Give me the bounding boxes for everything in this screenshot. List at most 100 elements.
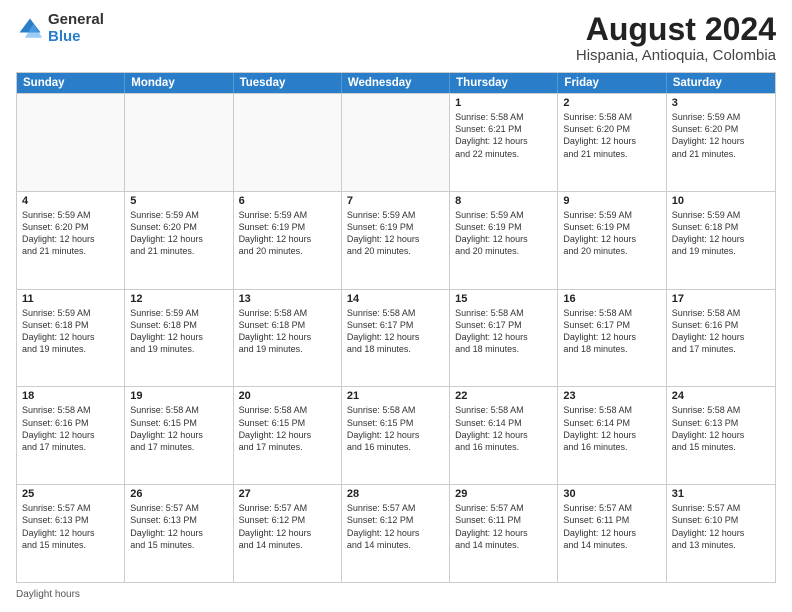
logo-blue: Blue xyxy=(48,28,81,45)
empty-cell xyxy=(17,94,125,191)
title-block: August 2024 Hispania, Antioquia, Colombi… xyxy=(576,12,776,64)
day-cell-12: 12 Sunrise: 5:59 AM Sunset: 6:18 PM Dayli… xyxy=(125,290,233,387)
day-number: 20 xyxy=(239,390,336,402)
day-info: Sunrise: 5:59 AM Sunset: 6:18 PM Dayligh… xyxy=(22,307,119,356)
day-info: Sunrise: 5:59 AM Sunset: 6:20 PM Dayligh… xyxy=(22,209,119,258)
day-cell-8: 8 Sunrise: 5:59 AM Sunset: 6:19 PM Daylig… xyxy=(450,192,558,289)
day-info: Sunrise: 5:57 AM Sunset: 6:10 PM Dayligh… xyxy=(672,502,770,551)
day-number: 29 xyxy=(455,488,552,500)
day-info: Sunrise: 5:59 AM Sunset: 6:20 PM Dayligh… xyxy=(130,209,227,258)
day-number: 15 xyxy=(455,293,552,305)
day-number: 2 xyxy=(563,97,660,109)
logo-icon xyxy=(16,15,44,43)
day-cell-19: 19 Sunrise: 5:58 AM Sunset: 6:15 PM Dayli… xyxy=(125,387,233,484)
day-number: 1 xyxy=(455,97,552,109)
day-cell-28: 28 Sunrise: 5:57 AM Sunset: 6:12 PM Dayli… xyxy=(342,485,450,582)
day-cell-23: 23 Sunrise: 5:58 AM Sunset: 6:14 PM Dayli… xyxy=(558,387,666,484)
day-cell-6: 6 Sunrise: 5:59 AM Sunset: 6:19 PM Daylig… xyxy=(234,192,342,289)
day-number: 26 xyxy=(130,488,227,500)
day-info: Sunrise: 5:58 AM Sunset: 6:20 PM Dayligh… xyxy=(563,111,660,160)
day-cell-27: 27 Sunrise: 5:57 AM Sunset: 6:12 PM Dayli… xyxy=(234,485,342,582)
day-number: 23 xyxy=(563,390,660,402)
day-info: Sunrise: 5:57 AM Sunset: 6:13 PM Dayligh… xyxy=(130,502,227,551)
day-info: Sunrise: 5:58 AM Sunset: 6:17 PM Dayligh… xyxy=(563,307,660,356)
day-number: 8 xyxy=(455,195,552,207)
day-number: 5 xyxy=(130,195,227,207)
day-cell-10: 10Sunrise: 5:59 AM Sunset: 6:18 PM Dayli… xyxy=(667,192,775,289)
day-info: Sunrise: 5:57 AM Sunset: 6:11 PM Dayligh… xyxy=(455,502,552,551)
day-number: 19 xyxy=(130,390,227,402)
week-row-1: 1 Sunrise: 5:58 AM Sunset: 6:21 PM Daylig… xyxy=(17,93,775,191)
day-cell-24: 24 Sunrise: 5:58 AM Sunset: 6:13 PM Dayli… xyxy=(667,387,775,484)
day-header-sunday: Sunday xyxy=(17,73,125,93)
day-number: 21 xyxy=(347,390,444,402)
day-info: Sunrise: 5:59 AM Sunset: 6:19 PM Dayligh… xyxy=(239,209,336,258)
day-number: 12 xyxy=(130,293,227,305)
day-info: Sunrise: 5:59 AM Sunset: 6:18 PM Dayligh… xyxy=(672,209,770,258)
logo-general: General xyxy=(48,11,104,28)
day-info: Sunrise: 5:57 AM Sunset: 6:13 PM Dayligh… xyxy=(22,502,119,551)
day-cell-22: 22Sunrise: 5:58 AM Sunset: 6:14 PM Dayli… xyxy=(450,387,558,484)
day-cell-14: 14Sunrise: 5:58 AM Sunset: 6:17 PM Dayli… xyxy=(342,290,450,387)
calendar-header: SundayMondayTuesdayWednesdayThursdayFrid… xyxy=(17,73,775,93)
day-cell-2: 2 Sunrise: 5:58 AM Sunset: 6:20 PM Daylig… xyxy=(558,94,666,191)
day-number: 14 xyxy=(347,293,444,305)
day-number: 27 xyxy=(239,488,336,500)
day-header-monday: Monday xyxy=(125,73,233,93)
day-info: Sunrise: 5:58 AM Sunset: 6:15 PM Dayligh… xyxy=(239,404,336,453)
day-header-tuesday: Tuesday xyxy=(234,73,342,93)
day-number: 16 xyxy=(563,293,660,305)
day-cell-7: 7 Sunrise: 5:59 AM Sunset: 6:19 PM Daylig… xyxy=(342,192,450,289)
day-cell-15: 15 Sunrise: 5:58 AM Sunset: 6:17 PM Dayli… xyxy=(450,290,558,387)
day-number: 7 xyxy=(347,195,444,207)
day-header-wednesday: Wednesday xyxy=(342,73,450,93)
day-cell-18: 18Sunrise: 5:58 AM Sunset: 6:16 PM Dayli… xyxy=(17,387,125,484)
day-number: 24 xyxy=(672,390,770,402)
day-number: 30 xyxy=(563,488,660,500)
day-number: 25 xyxy=(22,488,119,500)
day-number: 4 xyxy=(22,195,119,207)
day-cell-29: 29 Sunrise: 5:57 AM Sunset: 6:11 PM Dayli… xyxy=(450,485,558,582)
day-cell-13: 13Sunrise: 5:58 AM Sunset: 6:18 PM Dayli… xyxy=(234,290,342,387)
empty-cell xyxy=(234,94,342,191)
day-info: Sunrise: 5:58 AM Sunset: 6:13 PM Dayligh… xyxy=(672,404,770,453)
day-cell-16: 16 Sunrise: 5:58 AM Sunset: 6:17 PM Dayli… xyxy=(558,290,666,387)
day-info: Sunrise: 5:59 AM Sunset: 6:19 PM Dayligh… xyxy=(455,209,552,258)
day-info: Sunrise: 5:57 AM Sunset: 6:12 PM Dayligh… xyxy=(239,502,336,551)
day-cell-11: 11Sunrise: 5:59 AM Sunset: 6:18 PM Dayli… xyxy=(17,290,125,387)
day-cell-25: 25 Sunrise: 5:57 AM Sunset: 6:13 PM Dayli… xyxy=(17,485,125,582)
day-number: 18 xyxy=(22,390,119,402)
calendar-body: 1 Sunrise: 5:58 AM Sunset: 6:21 PM Daylig… xyxy=(17,93,775,582)
day-info: Sunrise: 5:58 AM Sunset: 6:21 PM Dayligh… xyxy=(455,111,552,160)
day-header-friday: Friday xyxy=(558,73,666,93)
header: General Blue August 2024 Hispania, Antio… xyxy=(16,12,776,64)
week-row-5: 25 Sunrise: 5:57 AM Sunset: 6:13 PM Dayli… xyxy=(17,484,775,582)
page: General Blue August 2024 Hispania, Antio… xyxy=(0,0,792,612)
calendar: SundayMondayTuesdayWednesdayThursdayFrid… xyxy=(16,72,776,583)
day-cell-17: 17Sunrise: 5:58 AM Sunset: 6:16 PM Dayli… xyxy=(667,290,775,387)
footer-text: Daylight hours xyxy=(16,589,80,600)
day-cell-31: 31 Sunrise: 5:57 AM Sunset: 6:10 PM Dayli… xyxy=(667,485,775,582)
empty-cell xyxy=(125,94,233,191)
day-header-saturday: Saturday xyxy=(667,73,775,93)
day-info: Sunrise: 5:58 AM Sunset: 6:18 PM Dayligh… xyxy=(239,307,336,356)
logo-text: General Blue xyxy=(48,12,104,45)
day-cell-30: 30Sunrise: 5:57 AM Sunset: 6:11 PM Dayli… xyxy=(558,485,666,582)
day-info: Sunrise: 5:58 AM Sunset: 6:14 PM Dayligh… xyxy=(563,404,660,453)
day-info: Sunrise: 5:58 AM Sunset: 6:17 PM Dayligh… xyxy=(455,307,552,356)
day-number: 28 xyxy=(347,488,444,500)
logo: General Blue xyxy=(16,12,104,45)
day-header-thursday: Thursday xyxy=(450,73,558,93)
day-number: 3 xyxy=(672,97,770,109)
subtitle: Hispania, Antioquia, Colombia xyxy=(576,47,776,64)
day-cell-1: 1 Sunrise: 5:58 AM Sunset: 6:21 PM Daylig… xyxy=(450,94,558,191)
day-number: 31 xyxy=(672,488,770,500)
day-number: 6 xyxy=(239,195,336,207)
day-cell-20: 20 Sunrise: 5:58 AM Sunset: 6:15 PM Dayli… xyxy=(234,387,342,484)
week-row-3: 11Sunrise: 5:59 AM Sunset: 6:18 PM Dayli… xyxy=(17,289,775,387)
day-info: Sunrise: 5:59 AM Sunset: 6:19 PM Dayligh… xyxy=(347,209,444,258)
day-info: Sunrise: 5:59 AM Sunset: 6:18 PM Dayligh… xyxy=(130,307,227,356)
day-number: 9 xyxy=(563,195,660,207)
day-info: Sunrise: 5:58 AM Sunset: 6:15 PM Dayligh… xyxy=(130,404,227,453)
day-info: Sunrise: 5:57 AM Sunset: 6:12 PM Dayligh… xyxy=(347,502,444,551)
